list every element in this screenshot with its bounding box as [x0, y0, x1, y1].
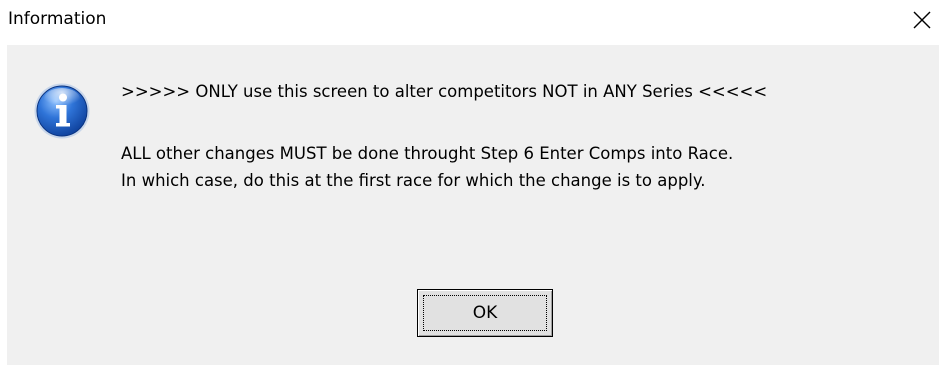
close-icon [913, 11, 931, 29]
message-line-1: >>>>> ONLY use this screen to alter comp… [121, 82, 768, 101]
close-button[interactable] [898, 0, 946, 40]
message-line-2: ALL other changes MUST be done throught … [121, 144, 734, 163]
title-bar[interactable]: Information [0, 0, 946, 44]
info-icon [34, 83, 90, 139]
dialog-body: >>>>> ONLY use this screen to alter comp… [7, 45, 939, 365]
ok-button-label: OK [472, 303, 498, 323]
ok-button[interactable]: OK [417, 289, 553, 337]
window-title: Information [8, 9, 107, 29]
message-line-3: In which case, do this at the first race… [121, 171, 706, 190]
information-dialog: Information >>>>> ONLY use this screen t… [0, 0, 946, 372]
